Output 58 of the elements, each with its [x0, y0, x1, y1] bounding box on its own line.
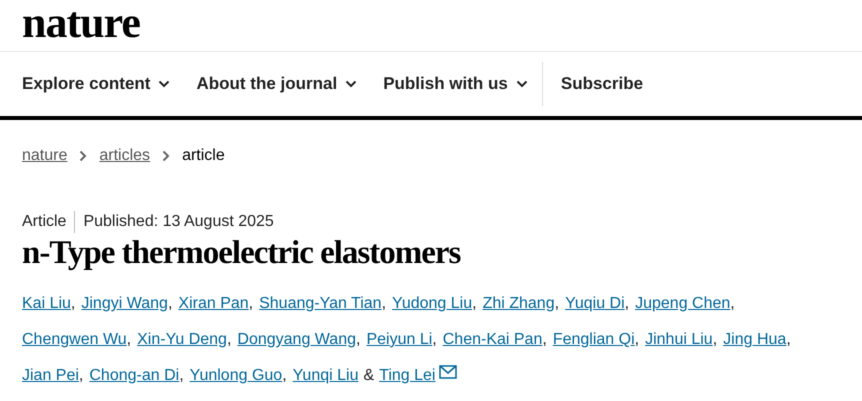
author-separator: ,	[554, 294, 560, 314]
author-separator: ,	[168, 294, 172, 314]
breadcrumb-link[interactable]: nature	[22, 144, 68, 168]
author-link[interactable]: Xin-Yu Deng	[137, 328, 227, 352]
author-separator: ,	[730, 294, 735, 314]
nav-menu-item[interactable]: Subscribe	[560, 71, 644, 97]
author-link[interactable]: Dongyang Wang	[237, 328, 356, 352]
author-separator: ,	[356, 330, 360, 350]
author-separator: ,	[432, 330, 437, 350]
author-separator: ,	[634, 330, 640, 350]
author-link[interactable]: Chen-Kai Pan	[442, 328, 542, 352]
author-separator: ,	[248, 294, 254, 314]
chevron-down-icon	[516, 80, 528, 88]
nature-logo[interactable]: nature	[22, 2, 140, 44]
author-separator: ,	[78, 366, 84, 386]
author-link[interactable]: Jingyi Wang	[81, 292, 168, 316]
author-link[interactable]: Yunlong Guo	[190, 364, 282, 388]
author-separator: ,	[786, 330, 791, 350]
chevron-down-icon	[158, 80, 170, 88]
author-link[interactable]: Jian Pei	[22, 364, 79, 388]
author-link[interactable]: Shuang-Yan Tian	[259, 292, 382, 316]
article-title: n-Type thermoelectric elastomers	[21, 234, 462, 272]
email-icon[interactable]	[439, 365, 458, 379]
nav-menu-item[interactable]: Publish with us	[383, 71, 528, 97]
breadcrumb-link[interactable]: articles	[99, 144, 150, 168]
article-type: Article	[22, 212, 66, 232]
author-link[interactable]: Ting Lei	[379, 364, 436, 388]
author-separator: ,	[712, 330, 718, 350]
author-link[interactable]: Yunqi Liu	[292, 364, 358, 388]
author-separator: ,	[624, 294, 630, 314]
author-link[interactable]: Jupeng Chen	[635, 292, 730, 316]
publish-date: Published: 13 August 2025	[83, 212, 274, 232]
chevron-down-icon	[345, 80, 358, 88]
author-link[interactable]: Kai Liu	[22, 292, 71, 316]
author-separator: ,	[70, 294, 76, 314]
author-separator: ,	[179, 366, 184, 386]
author-separator: &	[363, 366, 374, 386]
nav-menu-item[interactable]: About the journal	[196, 71, 358, 97]
author-separator: ,	[382, 294, 386, 314]
author-separator: ,	[126, 330, 132, 350]
author-link[interactable]: Yudong Liu	[392, 292, 472, 316]
author-separator: ,	[226, 330, 232, 350]
author-link[interactable]: Chong-an Di	[89, 364, 180, 388]
author-separator: ,	[542, 330, 547, 350]
author-link[interactable]: Jinhui Liu	[645, 328, 713, 352]
author-link[interactable]: Fenglian Qi	[552, 328, 635, 352]
chevron-right-icon	[79, 150, 88, 162]
author-link[interactable]: Peiyun Li	[366, 328, 432, 352]
chevron-right-icon	[162, 150, 170, 162]
author-link[interactable]: Chengwen Wu	[22, 328, 127, 352]
nav-menu-item[interactable]: Explore content	[22, 71, 170, 97]
breadcrumb-current: article	[182, 146, 225, 166]
author-separator: ,	[472, 294, 477, 314]
author-separator: ,	[282, 366, 287, 386]
author-link[interactable]: Yuqiu Di	[565, 292, 625, 316]
author-link[interactable]: Zhi Zhang	[482, 292, 555, 316]
author-link[interactable]: Jing Hua	[723, 328, 786, 352]
author-link[interactable]: Xiran Pan	[178, 292, 249, 316]
